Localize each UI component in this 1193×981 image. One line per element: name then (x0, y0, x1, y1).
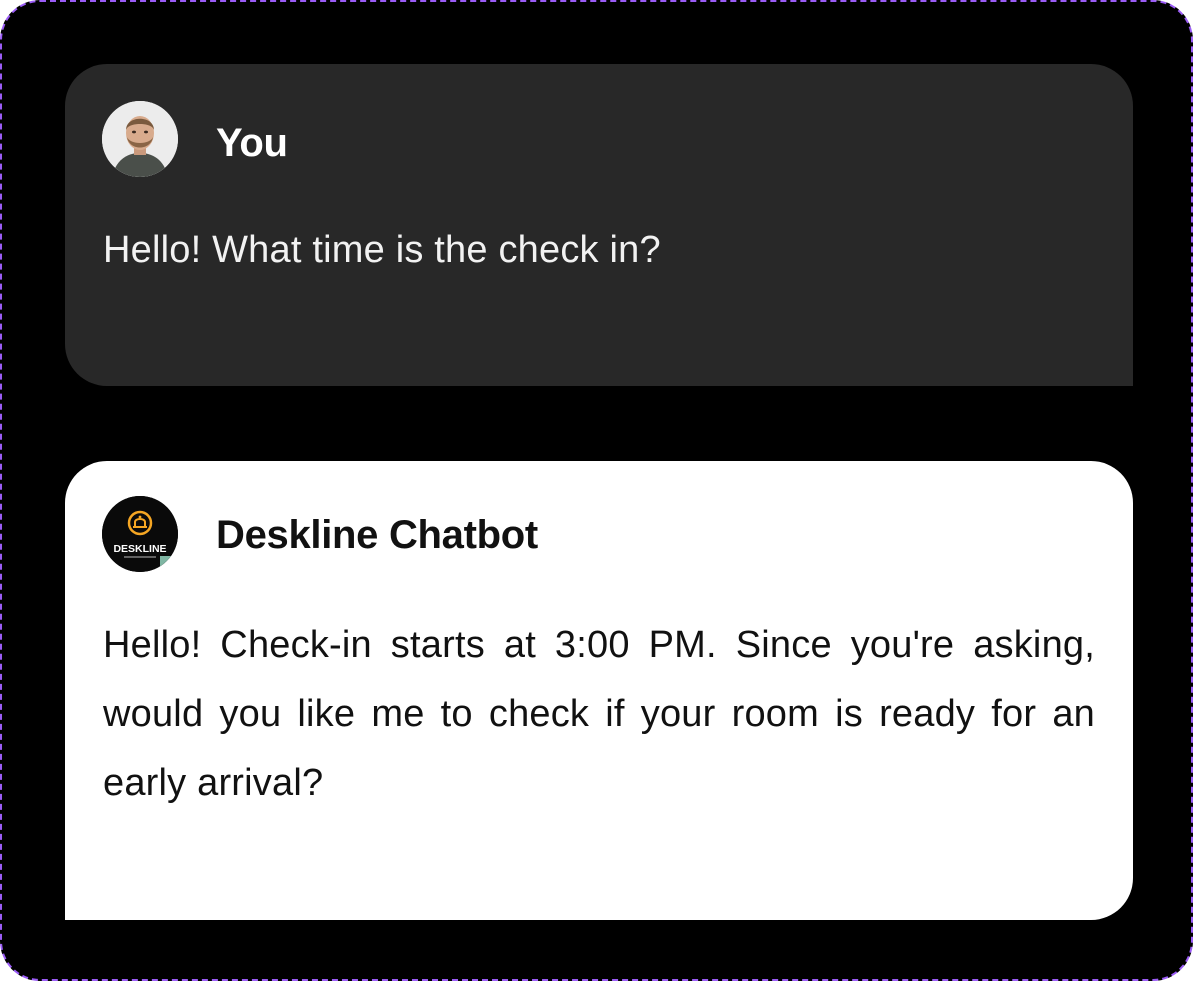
bot-avatar: DESKLINE (102, 496, 178, 572)
user-avatar-photo-icon (102, 101, 178, 177)
sender-name: You (216, 121, 288, 165)
user-avatar (102, 101, 178, 177)
chat-frame: You Hello! What time is the check in? DE… (0, 0, 1193, 981)
bot-message-card: DESKLINE Deskline Chatbot Hello! Check-i… (65, 461, 1133, 920)
message-text: Hello! Check-in starts at 3:00 PM. Since… (103, 624, 1095, 804)
logo-wordmark: DESKLINE (113, 543, 166, 555)
user-message-card: You Hello! What time is the check in? (65, 64, 1133, 386)
message-text: Hello! What time is the check in? (103, 229, 661, 271)
sender-name: Deskline Chatbot (216, 513, 538, 557)
deskline-logo-icon: DESKLINE (102, 496, 178, 572)
